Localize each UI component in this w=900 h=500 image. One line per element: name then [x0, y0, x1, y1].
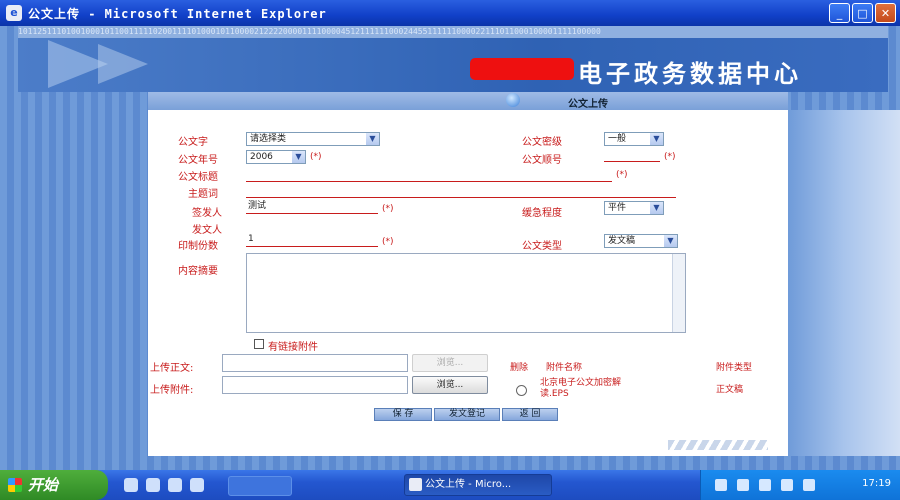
right-decoration-panel [788, 110, 900, 456]
maximize-button[interactable]: □ [852, 3, 873, 23]
quicklaunch-desktop-icon[interactable] [146, 478, 160, 492]
back-button[interactable]: 返 回 [502, 408, 558, 421]
urgency-label: 缓急程度 [522, 208, 562, 219]
issuer-label: 发文人 [192, 225, 222, 236]
doc-number-input[interactable] [604, 148, 660, 162]
quicklaunch-app-icon[interactable] [190, 478, 204, 492]
window-controls: _ □ ✕ [829, 3, 896, 23]
windows-flag-icon [8, 478, 22, 492]
doc-type-value: 发文稿 [608, 236, 636, 246]
sender-input[interactable]: 测试 [246, 200, 378, 214]
chevron-down-icon: ▼ [292, 151, 305, 163]
copies-value: 1 [248, 234, 254, 244]
upload-attachment-input[interactable] [222, 376, 408, 394]
redacted-org-name [470, 58, 574, 80]
main-subject-input[interactable] [246, 184, 676, 198]
attachment-delete-radio[interactable] [516, 385, 527, 396]
doc-title-label: 公文标题 [178, 172, 218, 183]
sender-label: 签发人 [192, 208, 222, 219]
doc-title-input[interactable] [246, 168, 612, 182]
urgency-select[interactable]: 平件 ▼ [604, 201, 664, 215]
required-mark: (*) [382, 237, 394, 247]
security-value: 一般 [608, 134, 627, 144]
minimize-button[interactable]: _ [829, 3, 850, 23]
ie-icon [409, 478, 422, 491]
security-label: 公文密级 [522, 137, 562, 148]
brand-title: 电子政务数据中心 [578, 59, 802, 88]
chevron-down-icon: ▼ [366, 133, 379, 145]
site-header-banner: 1011251110100100010110011111020011110100… [18, 26, 888, 92]
ie-icon: e [6, 5, 22, 21]
required-mark: (*) [664, 152, 676, 162]
attachment-type: 正文稿 [716, 385, 744, 395]
taskbar: 开始 公文上传 - Micro... 17:19 [0, 470, 900, 500]
tray-ime-icon[interactable] [781, 479, 793, 491]
action-bar: 保 存 发文登记 返 回 [374, 408, 564, 421]
doc-number-label: 公文顺号 [522, 155, 562, 166]
doc-char-select[interactable]: 请选择类 ▼ [246, 132, 380, 146]
upload-main-browse-button[interactable]: 浏览... [412, 354, 488, 372]
arrow-decoration-2 [98, 44, 148, 84]
upload-attachment-browse-button[interactable]: 浏览... [412, 376, 488, 394]
submit-button[interactable]: 发文登记 [434, 408, 500, 421]
tray-network-icon[interactable] [715, 479, 727, 491]
section-title-bar: 公文上传 [148, 92, 788, 110]
has-attachment-label: 有链接附件 [268, 342, 318, 353]
header-digits-strip: 1011251110100100010110011111020011110100… [18, 26, 888, 38]
summary-label: 内容摘要 [178, 266, 218, 277]
copies-input[interactable]: 1 [246, 233, 378, 247]
footer-stripes [668, 440, 768, 450]
tray-app-icon[interactable] [803, 479, 815, 491]
chevron-down-icon: ▼ [650, 133, 663, 145]
start-label: 开始 [28, 476, 59, 494]
copies-label: 印制份数 [178, 241, 218, 252]
window-title: 公文上传 - Microsoft Internet Explorer [28, 7, 327, 21]
system-tray: 17:19 [700, 470, 900, 500]
taskbar-active-label: 公文上传 - Micro... [425, 479, 512, 490]
doc-type-label: 公文类型 [522, 241, 562, 252]
main-subject-label: 主题词 [188, 189, 218, 200]
quicklaunch-media-icon[interactable] [168, 478, 182, 492]
summary-textarea[interactable] [246, 253, 686, 333]
security-select[interactable]: 一般 ▼ [604, 132, 664, 146]
attachment-name[interactable]: 北京电子公文加密解读.EPS [540, 378, 630, 400]
attachment-col-delete: 删除 [510, 363, 529, 373]
save-button[interactable]: 保 存 [374, 408, 432, 421]
upload-form: 公文字 请选择类 ▼ 公文密级 一般 ▼ 公文年号 2006 ▼ (*) 公文顺… [148, 110, 788, 456]
required-mark: (*) [310, 152, 322, 162]
tray-volume-icon[interactable] [737, 479, 749, 491]
taskbar-item-minor[interactable] [228, 476, 292, 496]
taskbar-item-active[interactable]: 公文上传 - Micro... [404, 474, 552, 496]
quicklaunch-browser-icon[interactable] [124, 478, 138, 492]
upload-main-label: 上传正文: [150, 363, 194, 374]
doc-type-select[interactable]: 发文稿 ▼ [604, 234, 678, 248]
start-button[interactable]: 开始 [0, 470, 108, 500]
doc-year-value: 2006 [250, 152, 273, 162]
window-titlebar[interactable]: e 公文上传 - Microsoft Internet Explorer _ □… [0, 0, 900, 26]
attachment-col-name: 附件名称 [546, 363, 583, 373]
upload-attachment-label: 上传附件: [150, 385, 194, 396]
section-title: 公文上传 [568, 99, 608, 110]
required-mark: (*) [616, 170, 628, 180]
summary-scrollbar[interactable] [672, 254, 685, 332]
chevron-down-icon: ▼ [650, 202, 663, 214]
attachment-col-type: 附件类型 [716, 363, 753, 373]
upload-main-input[interactable] [222, 354, 408, 372]
sender-value: 测试 [248, 201, 267, 211]
globe-icon [506, 93, 520, 107]
doc-char-value: 请选择类 [250, 134, 287, 144]
tray-security-icon[interactable] [759, 479, 771, 491]
urgency-value: 平件 [608, 203, 627, 213]
doc-year-select[interactable]: 2006 ▼ [246, 150, 306, 164]
chevron-down-icon: ▼ [664, 235, 677, 247]
clock: 17:19 [862, 478, 891, 489]
doc-char-label: 公文字 [178, 137, 208, 148]
close-button[interactable]: ✕ [875, 3, 896, 23]
doc-year-label: 公文年号 [178, 155, 218, 166]
has-attachment-checkbox[interactable] [254, 339, 264, 349]
required-mark: (*) [382, 204, 394, 214]
